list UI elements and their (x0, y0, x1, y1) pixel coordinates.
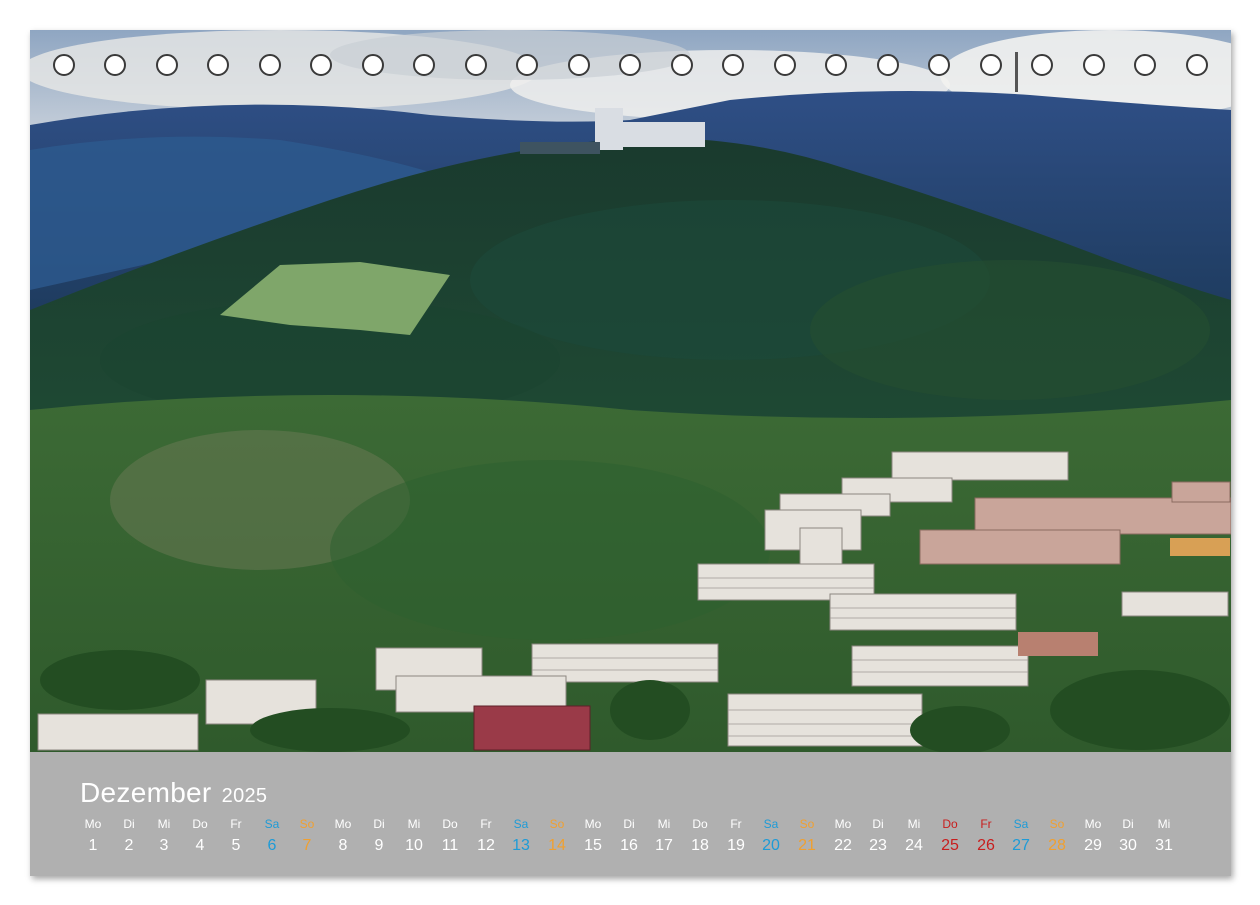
day-number: 28 (1048, 837, 1066, 854)
day-number: 22 (834, 837, 852, 854)
binding-hole (53, 54, 75, 76)
weekday-name: Mi (1157, 817, 1171, 831)
weekday-name: Mo (584, 817, 602, 831)
weekday-name: Mo (834, 817, 852, 831)
binding-hole (413, 54, 435, 76)
binding-hole (568, 54, 590, 76)
year-label: 2025 (221, 785, 268, 807)
binding-hole (362, 54, 384, 76)
weekday-name: Fr (230, 817, 242, 831)
weekday-name: Di (373, 817, 385, 831)
weekday-name: Mo (84, 817, 102, 831)
day-number: 14 (548, 837, 566, 854)
landscape-photo (30, 30, 1231, 752)
binding-hole (1134, 54, 1156, 76)
month-title: Dezember 2025 (80, 777, 267, 809)
weekday-name: Do (442, 817, 458, 831)
weekday-name: Do (942, 817, 958, 831)
weekday-name: Di (1122, 817, 1134, 831)
binding-hole (156, 54, 178, 76)
day-number: 25 (941, 837, 959, 854)
day-number: 11 (441, 837, 459, 854)
day-number: 7 (302, 837, 312, 854)
day-number: 15 (584, 837, 602, 854)
binding-hole (619, 54, 641, 76)
day-number: 21 (798, 837, 816, 854)
day-number: 17 (655, 837, 673, 854)
day-number: 6 (267, 837, 277, 854)
binding-hole (825, 54, 847, 76)
day-number: 31 (1155, 837, 1173, 854)
binding-hole (774, 54, 796, 76)
day-number: 5 (231, 837, 241, 854)
day-number: 8 (338, 837, 348, 854)
day-number: 27 (1012, 837, 1030, 854)
binding-hole (1083, 54, 1105, 76)
weekday-name: Mi (157, 817, 171, 831)
binding-hole (928, 54, 950, 76)
day-number: 4 (195, 837, 205, 854)
weekday-name: Di (872, 817, 884, 831)
binding-holes (30, 54, 1231, 80)
day-number: 20 (762, 837, 780, 854)
binding-hole (104, 54, 126, 76)
day-number: 9 (374, 837, 384, 854)
calendar-strip: Dezember 2025 Mo 1 Di 2 Mi 3 Do 4 Fr 5 Sa 6 So 7 Mo 8 Di… (30, 752, 1231, 876)
weekday-name: Di (123, 817, 135, 831)
day-number: 3 (159, 837, 169, 854)
weekday-name: So (299, 817, 315, 831)
binding-hole (671, 54, 693, 76)
weekday-name: Mi (907, 817, 921, 831)
binding-hole (207, 54, 229, 76)
binding-hole (877, 54, 899, 76)
day-number: 12 (477, 837, 495, 854)
day-number: 24 (905, 837, 923, 854)
day-number: 29 (1084, 837, 1102, 854)
weekday-name: So (1049, 817, 1065, 831)
weekday-name: Fr (730, 817, 742, 831)
binding-hole (1186, 54, 1208, 76)
weekday-name: Sa (1013, 817, 1029, 831)
weekday-name: Mo (334, 817, 352, 831)
day-number: 1 (88, 837, 98, 854)
month-name: Dezember (80, 777, 212, 808)
day-number: 2 (124, 837, 134, 854)
day-number: 13 (512, 837, 530, 854)
calendar-page: Dezember 2025 Mo 1 Di 2 Mi 3 Do 4 Fr 5 Sa 6 So 7 Mo 8 Di… (30, 30, 1231, 876)
weekday-name: Sa (264, 817, 280, 831)
weekday-name: Mo (1084, 817, 1102, 831)
day-number: 10 (405, 837, 423, 854)
weekday-name: So (799, 817, 815, 831)
binding-hole (259, 54, 281, 76)
weekday-name: Sa (513, 817, 529, 831)
weekday-name: Sa (763, 817, 779, 831)
day-number: 30 (1119, 837, 1137, 854)
weekday-name: Fr (980, 817, 992, 831)
binding-hole (1031, 54, 1053, 76)
binding-hole (722, 54, 744, 76)
day-number: 18 (691, 837, 709, 854)
binding-hole (980, 54, 1002, 76)
binding-hole (516, 54, 538, 76)
day-number: 26 (977, 837, 995, 854)
weekday-name: Fr (480, 817, 492, 831)
weekday-name: Mi (657, 817, 671, 831)
weekday-name: Do (192, 817, 208, 831)
weekday-name: Do (692, 817, 708, 831)
weekday-name: So (549, 817, 565, 831)
weekday-name: Mi (407, 817, 421, 831)
weekday-name: Di (623, 817, 635, 831)
day-number: 19 (727, 837, 745, 854)
day-number: 16 (620, 837, 638, 854)
day-number: 23 (869, 837, 887, 854)
binding-hole (310, 54, 332, 76)
binding-hole (465, 54, 487, 76)
